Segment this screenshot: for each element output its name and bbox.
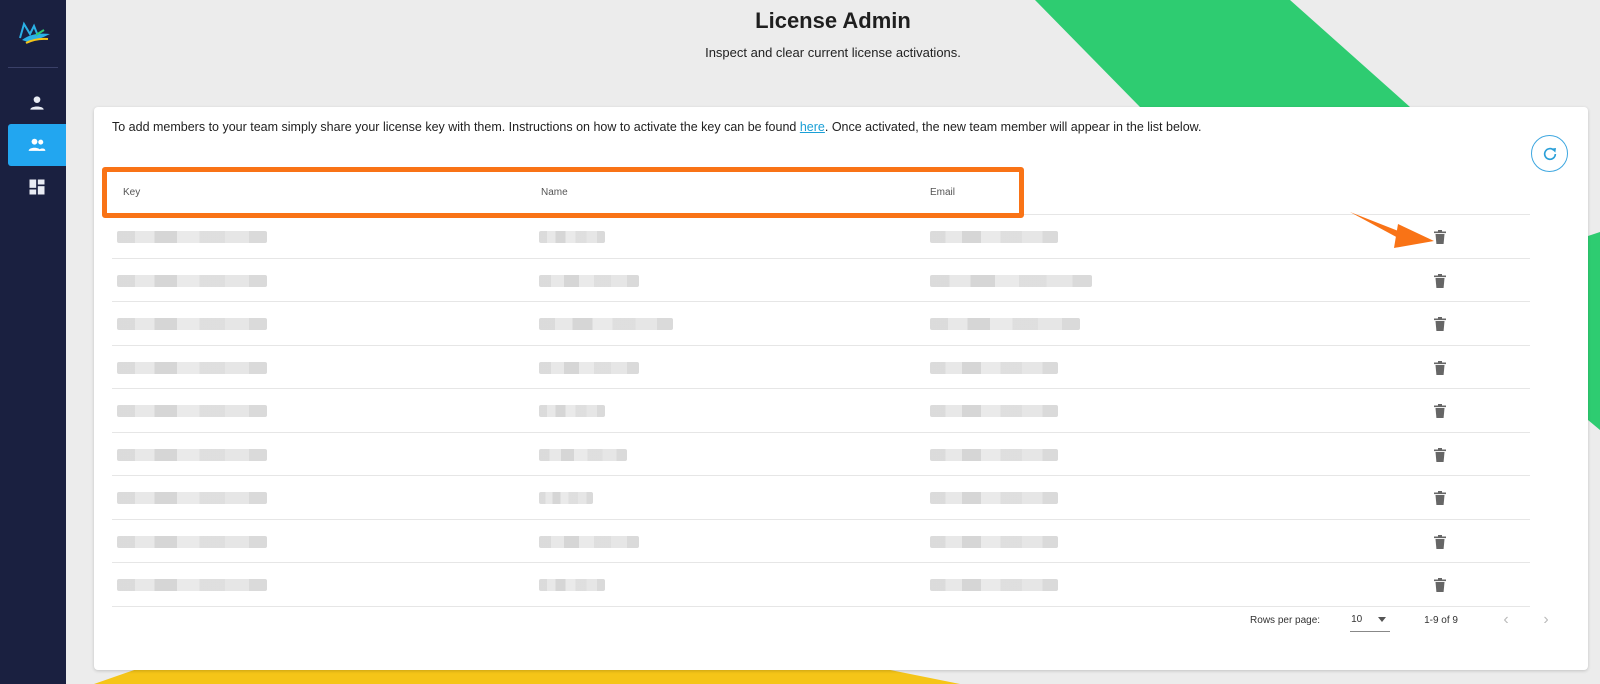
cell-email-redacted: [930, 405, 1058, 417]
intro-text-end: . Once activated, the new team member wi…: [824, 120, 1202, 134]
activations-table: Key Name Email: [112, 171, 1530, 607]
delete-button[interactable]: [1430, 271, 1450, 291]
arrow-annotation-icon: [1350, 212, 1434, 248]
cell-key-redacted: [117, 579, 267, 591]
trash-icon: [1434, 534, 1446, 549]
refresh-icon: [1543, 147, 1556, 160]
cell-name-redacted: [539, 535, 639, 548]
cell-email-redacted: [930, 492, 1058, 504]
delete-button[interactable]: [1430, 488, 1450, 508]
table-row: [112, 476, 1530, 520]
table-header: Key Name Email: [112, 171, 1530, 215]
pagination-range: 1-9 of 9: [1424, 614, 1458, 626]
rows-per-page-select[interactable]: 10: [1350, 608, 1391, 632]
column-header-name[interactable]: Name: [541, 187, 568, 198]
cell-email-redacted: [930, 318, 1080, 330]
cell-name-redacted: [539, 448, 627, 461]
page-subtitle: Inspect and clear current license activa…: [705, 45, 961, 60]
person-icon: [30, 96, 44, 110]
delete-button[interactable]: [1430, 532, 1450, 552]
trash-icon: [1434, 404, 1446, 418]
next-page-button[interactable]: ›: [1526, 608, 1566, 632]
table-row: [112, 259, 1530, 302]
cell-name-redacted: [539, 274, 639, 287]
sidebar-divider: [8, 67, 58, 68]
trash-icon: [1434, 447, 1446, 462]
cell-key-redacted: [117, 448, 267, 461]
trash-icon: [1434, 360, 1446, 375]
cell-name-redacted: [539, 361, 639, 374]
cell-key-redacted: [117, 492, 267, 504]
table-row: [112, 433, 1530, 476]
sidebar-item-account[interactable]: [8, 82, 66, 124]
delete-button[interactable]: [1430, 401, 1450, 421]
caret-down-icon: [1378, 617, 1387, 622]
dashboard-icon: [29, 179, 45, 195]
cell-key-redacted: [117, 361, 267, 374]
sidebar: [0, 0, 66, 684]
table-row: [112, 215, 1530, 259]
cell-email-redacted: [930, 579, 1058, 591]
delete-button[interactable]: [1430, 445, 1450, 465]
table-row: [112, 520, 1530, 563]
trash-icon: [1434, 273, 1446, 288]
intro-text: To add members to your team simply share…: [112, 120, 1201, 134]
table-row: [112, 346, 1530, 389]
cell-name-redacted: [539, 405, 605, 417]
column-header-key[interactable]: Key: [123, 187, 140, 198]
cell-email-redacted: [930, 361, 1058, 374]
sidebar-item-dashboard[interactable]: [8, 166, 66, 208]
pagination: Rows per page: 10 1-9 of 9 ‹ ›: [1250, 604, 1566, 636]
cell-name-redacted: [539, 318, 673, 330]
table-row: [112, 302, 1530, 346]
chevron-left-icon: ‹: [1503, 611, 1509, 628]
cell-email-redacted: [930, 274, 1092, 287]
trash-icon: [1434, 578, 1446, 592]
delete-button[interactable]: [1430, 358, 1450, 378]
intro-text-start: To add members to your team simply share…: [112, 120, 800, 134]
delete-button[interactable]: [1430, 314, 1450, 334]
cell-email-redacted: [930, 535, 1058, 548]
delete-button[interactable]: [1430, 575, 1450, 595]
cell-key-redacted: [117, 318, 267, 330]
instructions-link[interactable]: here: [800, 120, 825, 134]
rows-per-page-value: 10: [1351, 614, 1363, 625]
cell-name-redacted: [539, 579, 605, 591]
cell-key-redacted: [117, 274, 267, 287]
trash-icon: [1434, 491, 1446, 505]
table-body: [112, 215, 1530, 607]
cell-key-redacted: [117, 405, 267, 417]
sidebar-item-team[interactable]: [8, 124, 66, 166]
cell-key-redacted: [117, 231, 267, 243]
group-icon: [28, 138, 46, 151]
page-title: License Admin: [755, 8, 911, 33]
trash-icon: [1434, 317, 1446, 331]
table-row: [112, 563, 1530, 607]
cell-name-redacted: [539, 231, 605, 243]
cell-email-redacted: [930, 448, 1058, 461]
refresh-button[interactable]: [1531, 135, 1568, 172]
license-card: To add members to your team simply share…: [94, 107, 1588, 670]
app-logo[interactable]: [16, 18, 52, 48]
cell-email-redacted: [930, 231, 1058, 243]
cell-name-redacted: [539, 492, 593, 504]
column-header-email[interactable]: Email: [930, 187, 955, 198]
cell-key-redacted: [117, 535, 267, 548]
table-row: [112, 389, 1530, 433]
chevron-right-icon: ›: [1543, 611, 1549, 628]
rows-per-page-label: Rows per page:: [1250, 614, 1321, 626]
previous-page-button[interactable]: ‹: [1486, 608, 1526, 632]
